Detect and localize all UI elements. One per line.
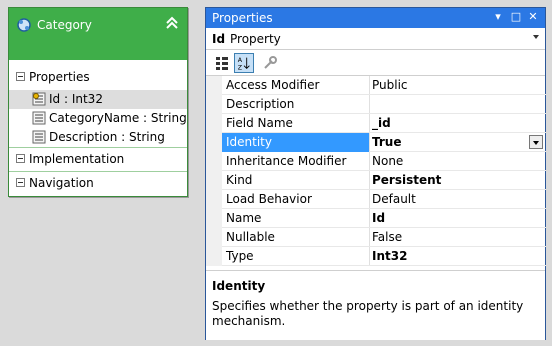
grid-row-access-modifier[interactable]: Access Modifier Public: [222, 76, 546, 95]
collapse-toggle-icon[interactable]: [16, 154, 25, 163]
property-icon: [32, 130, 46, 144]
grid-name: Type: [226, 249, 254, 263]
grid-value[interactable]: Public: [372, 78, 408, 92]
section-label: Properties: [29, 70, 90, 84]
svg-text:Z: Z: [238, 64, 243, 71]
grid-name: Nullable: [226, 230, 275, 244]
entity-class-icon: [17, 18, 31, 32]
svg-text:A: A: [238, 57, 243, 64]
description-pane: Identity Specifies whether the property …: [206, 270, 545, 340]
entity-header[interactable]: Category: [9, 8, 187, 60]
grid-name: Identity: [226, 135, 272, 149]
grid-row-type[interactable]: Type Int32: [222, 247, 546, 266]
chevron-down-icon[interactable]: [533, 35, 539, 39]
dropdown-arrow-icon[interactable]: ▾: [491, 10, 505, 24]
grid-name: Inheritance Modifier: [226, 154, 347, 168]
key-property-icon: [32, 92, 46, 106]
grid-value[interactable]: False: [372, 230, 402, 244]
property-label: Description : String: [49, 130, 165, 144]
grid-margin: [206, 76, 222, 266]
entity-property-id[interactable]: Id : Int32: [9, 90, 187, 109]
grid-name: Load Behavior: [226, 192, 312, 206]
grid-row-inheritance-modifier[interactable]: Inheritance Modifier None: [222, 152, 546, 171]
grid-row-kind[interactable]: Kind Persistent: [222, 171, 546, 190]
grid-value[interactable]: Persistent: [372, 173, 441, 187]
property-label: Id : Int32: [49, 92, 103, 106]
grid-value[interactable]: _id: [372, 116, 391, 130]
grid-name: Access Modifier: [226, 78, 320, 92]
grid-name: Description: [226, 97, 295, 111]
section-implementation[interactable]: Implementation: [9, 147, 187, 171]
section-properties[interactable]: Properties: [9, 66, 187, 90]
description-text: Specifies whether the property is part o…: [212, 299, 524, 328]
grid-row-nullable[interactable]: Nullable False: [222, 228, 546, 247]
grid-value[interactable]: Default: [372, 192, 416, 206]
entity-property-description[interactable]: Description : String: [9, 128, 187, 147]
entity-title: Category: [37, 18, 92, 32]
grid-name: Kind: [226, 173, 253, 187]
property-icon: [32, 111, 46, 125]
description-title: Identity: [212, 279, 266, 293]
grid-row-name[interactable]: Name Id: [222, 209, 546, 228]
grid-name: Field Name: [226, 116, 293, 130]
property-grid: Access Modifier Public Description Field…: [206, 76, 546, 266]
property-pages-icon[interactable]: [260, 53, 280, 73]
properties-window-titlebar[interactable]: Properties ▾ □ ✕: [206, 8, 545, 28]
close-icon[interactable]: ✕: [526, 10, 540, 24]
categorized-view-icon[interactable]: [212, 53, 232, 73]
dropdown-button-icon[interactable]: [529, 135, 543, 149]
grid-row-description[interactable]: Description: [222, 95, 546, 114]
object-type: Property: [230, 32, 281, 46]
section-label: Implementation: [29, 152, 125, 166]
grid-name: Name: [226, 211, 262, 225]
section-label: Navigation: [29, 176, 94, 190]
entity-property-categoryname[interactable]: CategoryName : String: [9, 109, 187, 128]
grid-row-field-name[interactable]: Field Name _id: [222, 114, 546, 133]
window-title: Properties: [212, 11, 273, 25]
grid-value[interactable]: Id: [372, 211, 385, 225]
collapse-toggle-icon[interactable]: [16, 178, 25, 187]
property-label: CategoryName : String: [49, 111, 187, 125]
object-name: Id: [212, 32, 226, 46]
collapse-toggle-icon[interactable]: [16, 72, 25, 81]
properties-toolbar: A Z: [206, 50, 545, 76]
section-navigation[interactable]: Navigation: [9, 171, 187, 195]
grid-value[interactable]: True: [372, 135, 401, 149]
grid-value[interactable]: Int32: [372, 249, 407, 263]
alphabetical-sort-icon[interactable]: A Z: [234, 53, 254, 73]
collapse-chevron-up-icon[interactable]: [163, 14, 181, 32]
object-selector[interactable]: Id Property: [206, 28, 545, 50]
grid-row-identity[interactable]: Identity True: [222, 133, 546, 152]
grid-value[interactable]: None: [372, 154, 403, 168]
grid-row-load-behavior[interactable]: Load Behavior Default: [222, 190, 546, 209]
properties-window: Properties ▾ □ ✕ Id Property A Z Access …: [205, 7, 546, 340]
entity-shape-category[interactable]: Category Properties Id : Int32 CategoryN…: [8, 7, 188, 197]
maximize-icon[interactable]: □: [509, 10, 523, 24]
